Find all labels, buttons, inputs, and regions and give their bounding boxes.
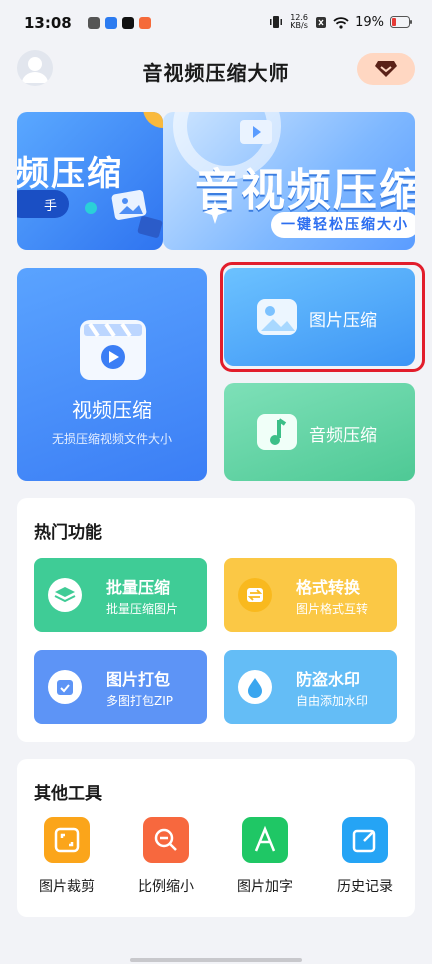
- text-icon: [242, 817, 288, 863]
- video-icon: [240, 120, 272, 144]
- tile-subtitle: 图片格式互转: [296, 602, 369, 616]
- crop-tool[interactable]: 图片裁剪: [27, 817, 107, 896]
- batch-compress-tile[interactable]: 批量压缩 批量压缩图片: [34, 558, 207, 632]
- tool-label: 历史记录: [337, 879, 393, 895]
- clapper-icon: [137, 216, 163, 238]
- wifi-icon: [333, 16, 349, 29]
- audio-compress-label: 音频压缩: [309, 426, 377, 446]
- app-notification-icon: [105, 17, 117, 29]
- battery-percent: 19%: [355, 14, 384, 30]
- tile-subtitle: 自由添加水印: [296, 694, 369, 708]
- hot-functions-section: 热门功能 批量压缩 批量压缩图片 格式转换 图片格式互转 图片打包 多图打包ZI…: [17, 498, 415, 742]
- selection-highlight: [220, 262, 425, 372]
- sim-icon: [316, 16, 327, 28]
- add-text-tool[interactable]: 图片加字: [225, 817, 305, 896]
- banner-slide-current[interactable]: 音视频压缩 一键轻松压缩大小: [163, 112, 415, 250]
- history-tool[interactable]: 历史记录: [325, 817, 405, 896]
- tool-label: 比例缩小: [138, 879, 194, 895]
- section-title: 热门功能: [34, 523, 102, 543]
- other-tools-section: 其他工具 图片裁剪 比例缩小 图片加字 历史记录: [17, 759, 415, 917]
- system-status: 12.6 KB/s 19%: [269, 14, 412, 30]
- image-pack-tile[interactable]: 图片打包 多图打包ZIP: [34, 650, 207, 724]
- status-bar: 13:08 12.6 KB/s 19%: [0, 0, 432, 50]
- clapperboard-icon: [80, 320, 146, 380]
- battery-icon: [390, 16, 412, 28]
- convert-icon: [238, 578, 272, 612]
- tool-label: 图片加字: [237, 879, 293, 895]
- package-icon: [48, 670, 82, 704]
- app-notification-icon: [88, 17, 100, 29]
- section-title: 其他工具: [34, 784, 102, 804]
- watermark-tile[interactable]: 防盗水印 自由添加水印: [224, 650, 397, 724]
- home-indicator[interactable]: [130, 958, 302, 962]
- banner-button[interactable]: 手: [17, 190, 69, 218]
- tile-title: 批量压缩: [106, 578, 171, 597]
- banner-title: 音视频压缩: [195, 165, 415, 216]
- notification-icons: [88, 17, 151, 29]
- water-drop-icon: [238, 670, 272, 704]
- edit-icon: [342, 817, 388, 863]
- tile-subtitle: 多图打包ZIP: [106, 694, 173, 708]
- video-compress-desc: 无损压缩视频文件大小: [51, 432, 172, 446]
- video-compress-card[interactable]: 视频压缩 无损压缩视频文件大小: [17, 268, 207, 481]
- tile-title: 防盗水印: [296, 670, 361, 689]
- zoom-out-icon: [143, 817, 189, 863]
- music-note-icon: [257, 414, 297, 450]
- tile-title: 图片打包: [106, 670, 171, 689]
- format-convert-tile[interactable]: 格式转换 图片格式互转: [224, 558, 397, 632]
- banner-subtitle: 一键轻松压缩大小: [271, 212, 415, 238]
- decor-circle: [143, 112, 163, 128]
- audio-compress-card[interactable]: 音频压缩: [224, 383, 415, 481]
- video-compress-label: 视频压缩: [72, 398, 152, 422]
- tiktok-icon: [122, 17, 134, 29]
- diamond-icon: [375, 61, 397, 77]
- decor-dot: [85, 202, 97, 214]
- status-time: 13:08: [24, 14, 72, 32]
- tile-title: 格式转换: [296, 578, 361, 597]
- vip-button[interactable]: [357, 53, 415, 85]
- layers-icon: [48, 578, 82, 612]
- crop-icon: [44, 817, 90, 863]
- app-notification-icon: [139, 17, 151, 29]
- banner-title: 频压缩: [17, 154, 123, 194]
- tool-label: 图片裁剪: [39, 879, 95, 895]
- vibrate-icon: [270, 16, 283, 28]
- banner-slide-previous[interactable]: 频压缩 手: [17, 112, 163, 250]
- sparkle-icon: [203, 200, 227, 224]
- tile-subtitle: 批量压缩图片: [106, 602, 179, 616]
- network-speed: 12.6 KB/s: [290, 13, 308, 30]
- scale-down-tool[interactable]: 比例缩小: [126, 817, 206, 896]
